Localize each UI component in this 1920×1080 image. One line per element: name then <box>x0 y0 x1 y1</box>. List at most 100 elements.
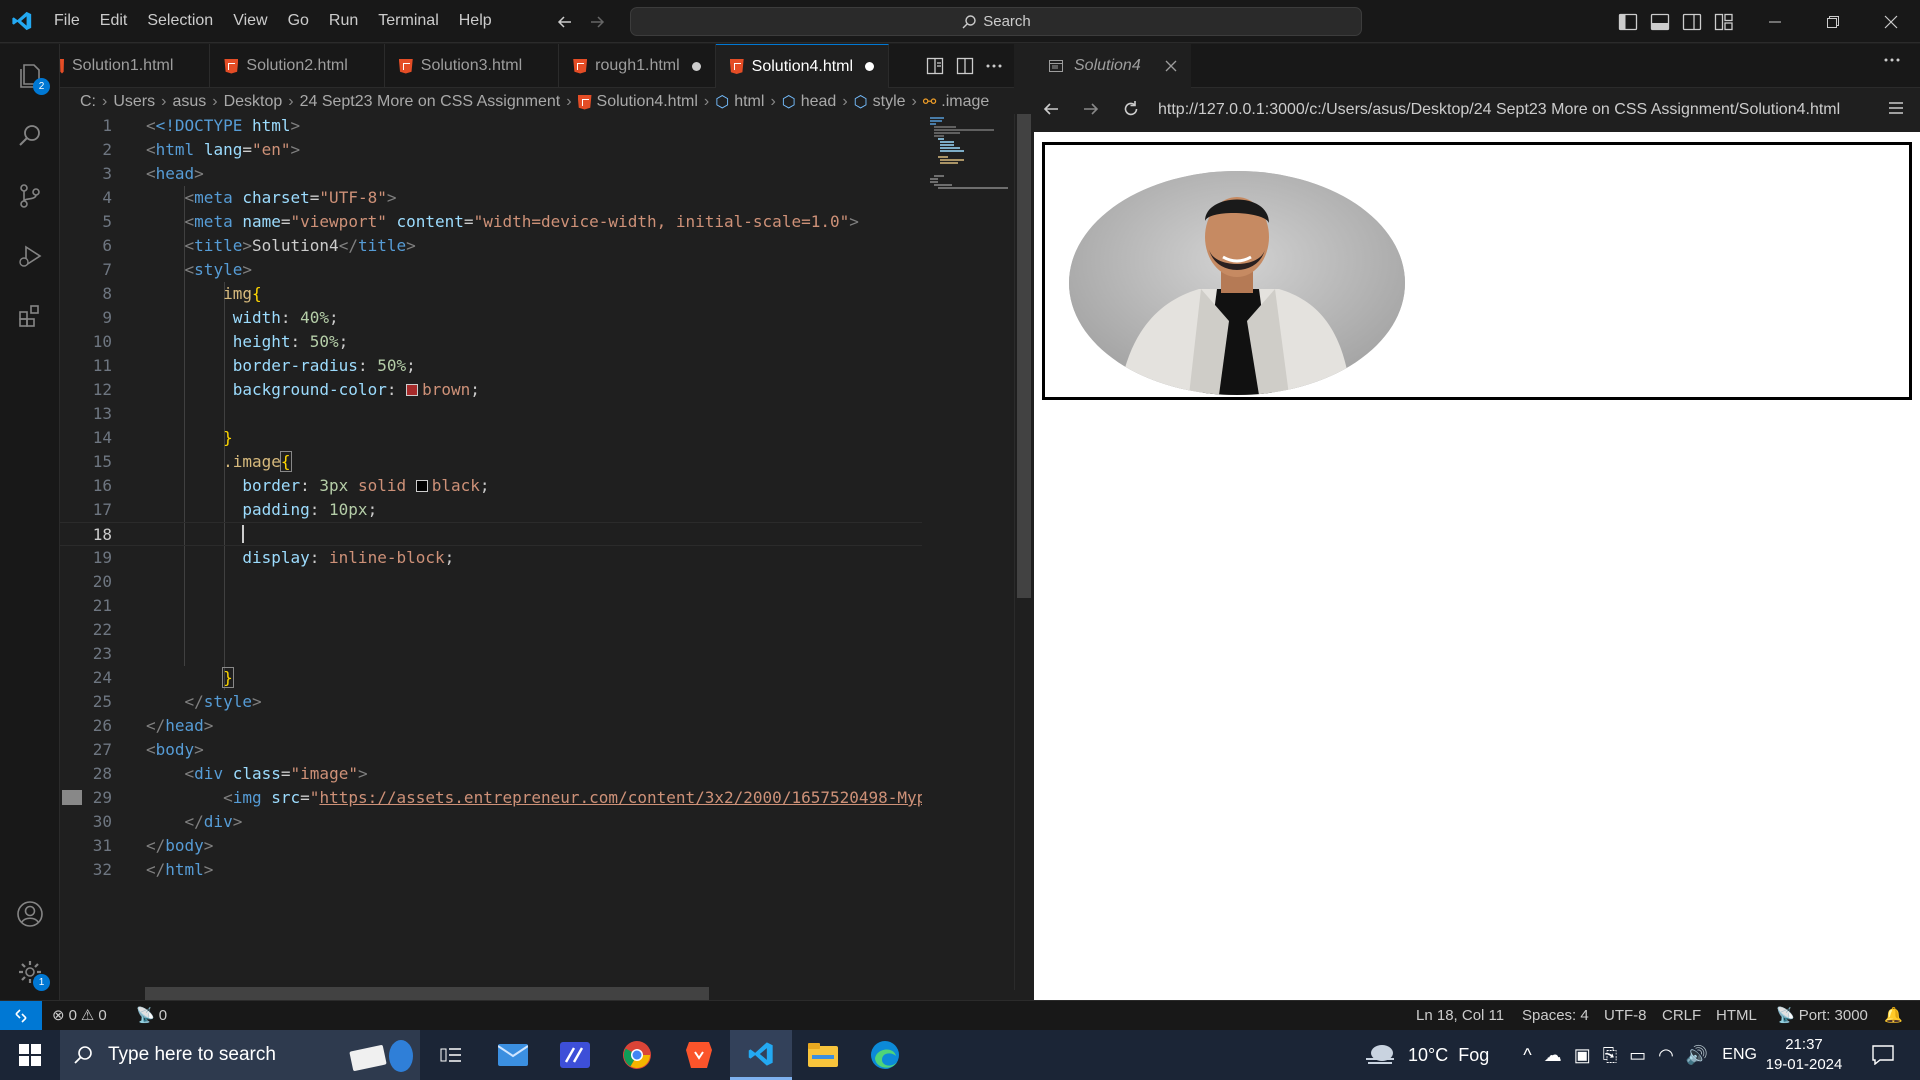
wifi-icon[interactable]: ◠ <box>1658 1045 1674 1066</box>
menu-go[interactable]: Go <box>278 6 319 36</box>
input-language[interactable]: ENG <box>1722 1046 1757 1064</box>
close-tab-icon[interactable] <box>1165 60 1177 72</box>
unsaved-dot-icon[interactable] <box>691 61 701 71</box>
edge-icon[interactable] <box>854 1030 916 1080</box>
menu-terminal[interactable]: Terminal <box>368 6 448 36</box>
tab-solution4[interactable]: Solution4.html <box>715 44 890 88</box>
split-editor-icon[interactable] <box>956 57 974 75</box>
scrollbar-thumb[interactable] <box>1017 114 1031 598</box>
preview-menu-icon[interactable] <box>1888 101 1904 115</box>
image-preview-glyph-icon[interactable] <box>62 790 82 805</box>
tab-solution1[interactable]: Solution1.html <box>60 44 211 88</box>
chrome-icon[interactable] <box>606 1030 668 1080</box>
indentation[interactable]: Spaces: 4 <box>1522 1001 1589 1031</box>
forward-arrow-icon[interactable] <box>588 13 606 31</box>
minimize-icon[interactable] <box>1746 0 1804 43</box>
crumb-image[interactable]: ⚯ .image <box>923 92 989 112</box>
color-swatch-black[interactable] <box>415 480 428 492</box>
windows-start-icon[interactable] <box>0 1030 60 1080</box>
live-server-port[interactable]: 📡 Port: 3000 <box>1776 1001 1868 1031</box>
preview-back-icon[interactable] <box>1042 100 1060 118</box>
minimap[interactable] <box>922 114 1014 990</box>
color-swatch-brown[interactable] <box>406 384 419 396</box>
vscode-taskbar-icon[interactable] <box>730 1030 792 1080</box>
line-endings[interactable]: CRLF <box>1662 1001 1701 1031</box>
search-view-icon[interactable] <box>0 108 60 164</box>
menu-bar: File Edit Selection View Go Run Terminal… <box>44 0 502 43</box>
more-actions-icon[interactable] <box>986 64 1002 68</box>
code-editor[interactable]: 1 <<!DOCTYPE html> 2 <html lang="en"> 3 <he… <box>60 114 922 990</box>
crumb-desktop[interactable]: Desktop <box>224 93 283 111</box>
menu-selection[interactable]: Selection <box>137 6 223 36</box>
device-icon[interactable]: ▣ <box>1574 1045 1591 1066</box>
brave-icon[interactable] <box>668 1030 730 1080</box>
explorer-icon[interactable]: 2 <box>0 48 60 104</box>
crumb-file[interactable]: Solution4.html <box>577 93 698 111</box>
toggle-secondary-sidebar-icon[interactable] <box>1682 13 1702 31</box>
notification-center-icon[interactable] <box>1858 1030 1908 1080</box>
weather-desc[interactable]: Fog <box>1458 1045 1489 1066</box>
toggle-panel-icon[interactable] <box>1650 13 1670 31</box>
crumb-asus[interactable]: asus <box>172 93 206 111</box>
notifications-bell-icon[interactable]: 🔔 <box>1884 1001 1903 1031</box>
menu-edit[interactable]: Edit <box>90 6 138 36</box>
horizontal-scrollbar[interactable] <box>145 987 709 1001</box>
symbol-element-icon: ⬡ <box>715 94 730 111</box>
code-line: 2 <html lang="en"> <box>102 140 301 159</box>
problems-indicator[interactable]: ⊗ 0 ⚠ 0 <box>52 1001 107 1031</box>
accounts-icon[interactable] <box>0 886 60 942</box>
pen-app-icon[interactable] <box>544 1030 606 1080</box>
taskbar-clock[interactable]: 21:37 19-01-2024 <box>1764 1035 1844 1075</box>
extensions-icon[interactable] <box>0 288 60 344</box>
tab-label: Solution1.html <box>72 57 174 74</box>
weather-temp[interactable]: 10°C <box>1408 1045 1448 1066</box>
open-preview-icon[interactable] <box>926 57 944 75</box>
tab-rough1[interactable]: rough1.html <box>559 44 716 88</box>
cursor-position[interactable]: Ln 18, Col 11 <box>1416 1001 1504 1031</box>
show-hidden-icons-icon[interactable]: ^ <box>1523 1045 1531 1066</box>
warning-icon: ⚠ <box>80 1007 95 1024</box>
encoding[interactable]: UTF-8 <box>1604 1001 1647 1031</box>
toggle-primary-sidebar-icon[interactable] <box>1618 13 1638 31</box>
task-view-icon[interactable] <box>420 1030 482 1080</box>
volume-icon[interactable]: 🔊 <box>1686 1045 1708 1066</box>
preview-tab[interactable]: Solution4 <box>1034 43 1191 88</box>
menu-help[interactable]: Help <box>449 6 502 36</box>
ports-indicator[interactable]: 📡 0 <box>136 1001 167 1031</box>
crumb-users[interactable]: Users <box>113 93 155 111</box>
crumb-html[interactable]: ⬡ html <box>715 92 764 112</box>
source-control-icon[interactable] <box>0 168 60 224</box>
manage-gear-icon[interactable]: 1 <box>0 944 60 1000</box>
preview-reload-icon[interactable] <box>1122 100 1140 118</box>
more-actions-icon[interactable] <box>1884 58 1900 62</box>
vertical-scrollbar[interactable] <box>1014 114 1034 990</box>
close-window-icon[interactable] <box>1862 0 1920 43</box>
mail-app-icon[interactable] <box>482 1030 544 1080</box>
file-explorer-icon[interactable] <box>792 1030 854 1080</box>
weather-fog-icon[interactable] <box>1360 1043 1400 1067</box>
back-arrow-icon[interactable] <box>556 13 574 31</box>
restore-icon[interactable] <box>1804 0 1862 43</box>
crumb-style[interactable]: ⬡ style <box>854 92 906 112</box>
menu-run[interactable]: Run <box>319 6 368 36</box>
tab-solution3[interactable]: Solution3.html <box>385 44 560 88</box>
unsaved-dot-icon[interactable] <box>865 62 875 71</box>
tab-solution2[interactable]: Solution2.html <box>210 44 385 88</box>
remote-indicator-icon[interactable] <box>0 1001 42 1031</box>
command-center-search[interactable]: Search <box>630 7 1362 36</box>
onedrive-icon[interactable]: ☁ <box>1544 1045 1562 1066</box>
language-mode[interactable]: HTML <box>1716 1001 1757 1031</box>
network-adapter-icon[interactable]: ⎘ <box>1603 1045 1617 1066</box>
preview-url-input[interactable]: http://127.0.0.1:3000/c:/Users/asus/Desk… <box>1154 94 1858 126</box>
run-debug-icon[interactable] <box>0 228 60 284</box>
menu-file[interactable]: File <box>44 6 90 36</box>
editor-tab-bar: Solution1.html Solution2.html Solution3.… <box>60 44 1014 88</box>
customize-layout-icon[interactable] <box>1714 13 1734 31</box>
taskbar-search-box[interactable]: Type here to search <box>60 1030 420 1080</box>
battery-icon[interactable]: ▭ <box>1629 1045 1646 1066</box>
crumb-head[interactable]: ⬡ head <box>782 92 837 112</box>
menu-view[interactable]: View <box>223 6 277 36</box>
preview-forward-icon[interactable] <box>1082 100 1100 118</box>
crumb-drive[interactable]: C: <box>80 93 96 111</box>
crumb-folder[interactable]: 24 Sept23 More on CSS Assignment <box>300 93 561 111</box>
